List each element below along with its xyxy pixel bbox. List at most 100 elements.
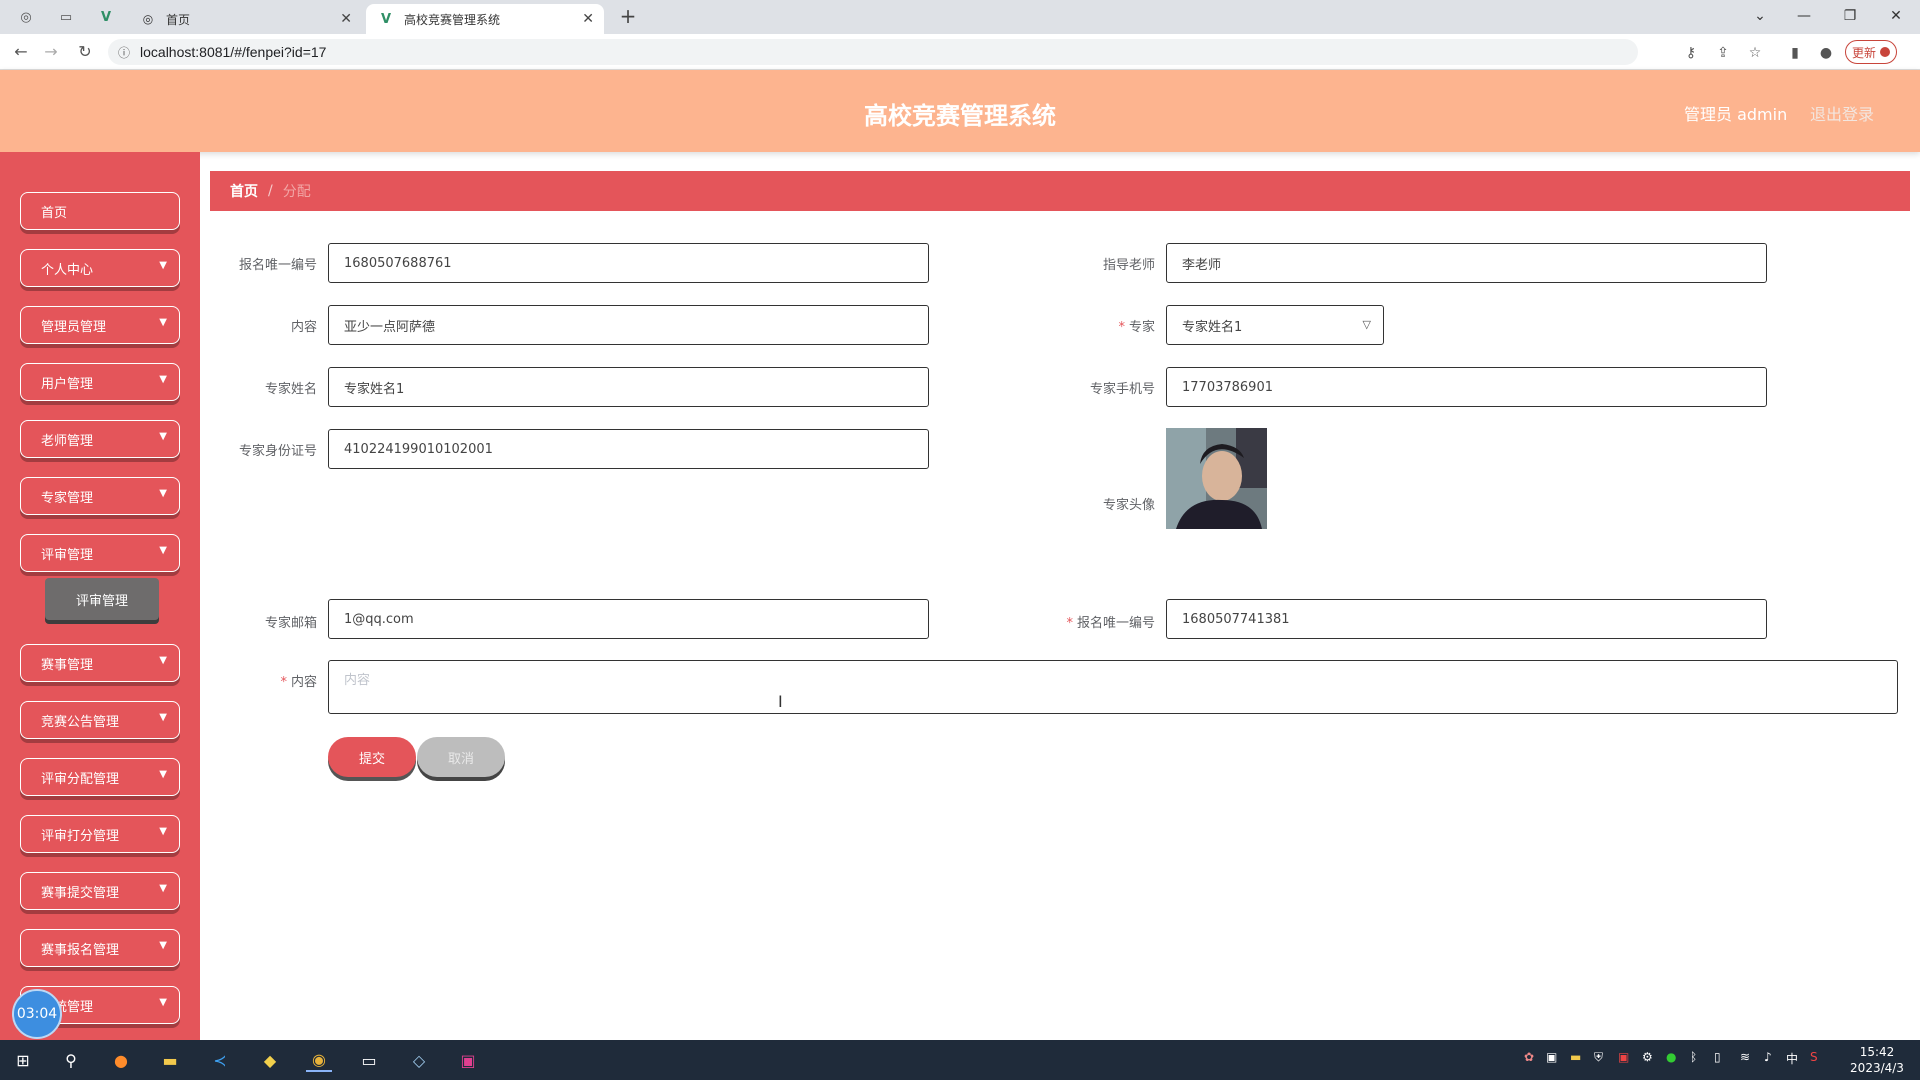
close-icon[interactable]: ✕ xyxy=(582,11,594,27)
chevron-down-icon: ▼ xyxy=(159,431,167,442)
sidepanel-icon[interactable]: ▮ xyxy=(1784,42,1806,64)
sidebar-item-teachers[interactable]: 老师管理 ▼ xyxy=(20,420,180,458)
firefox-icon[interactable]: ● xyxy=(108,1048,134,1072)
sidebar-item-label: 用户管理 xyxy=(41,376,94,392)
clock-date: 2023/4/3 xyxy=(1850,1061,1904,1075)
new-tab-button[interactable]: + xyxy=(616,6,640,28)
terminal-icon[interactable]: ▭ xyxy=(356,1048,382,1072)
chevron-down-icon: ▼ xyxy=(159,260,167,271)
menu-dots-icon xyxy=(1880,47,1890,57)
ime-indicator[interactable]: 中 xyxy=(1786,1050,1798,1067)
volume-icon[interactable]: ♪ xyxy=(1764,1050,1772,1064)
content-top-field[interactable]: 亚少一点阿萨德 xyxy=(328,305,929,345)
share-icon[interactable]: ⇪ xyxy=(1712,42,1734,64)
browser-toolbar: ← → ↻ ⓘ localhost:8081/#/fenpei?id=17 ⚷ … xyxy=(0,34,1920,70)
vue-icon[interactable]: V xyxy=(92,6,120,28)
baoming-no-field[interactable]: 1680507688761 xyxy=(328,243,929,283)
back-arrow-icon[interactable]: ← xyxy=(8,40,34,64)
search-icon[interactable]: ⚲ xyxy=(58,1048,84,1072)
tray-bluetooth-icon[interactable]: ᛒ xyxy=(1690,1050,1697,1064)
content-textarea[interactable]: 内容 xyxy=(328,660,1898,714)
submenu-item-reviews[interactable]: 评审管理 xyxy=(45,578,159,620)
sidebar-item-registrations[interactable]: 赛事报名管理 ▼ xyxy=(20,929,180,967)
chevron-down-icon: ▼ xyxy=(159,940,167,951)
breadcrumb-current: 分配 xyxy=(282,184,311,200)
expert-name-value: 专家姓名1 xyxy=(344,381,405,397)
tray-shield-icon[interactable]: ⛨ xyxy=(1594,1050,1603,1065)
tray-ide-icon[interactable]: ▣ xyxy=(1546,1050,1557,1064)
windows-start-icon[interactable]: ⊞ xyxy=(10,1048,36,1072)
vue-icon: V xyxy=(380,11,392,27)
tab-search-icon[interactable]: ⌄ xyxy=(1740,4,1780,28)
expert-email-label: 专家邮箱 xyxy=(264,616,317,631)
chevron-down-icon: ▽ xyxy=(1362,318,1371,331)
content-top-label: 内容 xyxy=(290,320,317,335)
sidebar-item-review-assign[interactable]: 评审分配管理 ▼ xyxy=(20,758,180,796)
system-clock[interactable]: 15:42 2023/4/3 xyxy=(1842,1044,1912,1076)
update-button[interactable]: 更新 xyxy=(1845,40,1897,64)
tab-active[interactable]: V 高校竞赛管理系统 ✕ xyxy=(366,4,604,34)
timer-badge[interactable]: 03:04 xyxy=(12,989,62,1039)
sidebar-item-label: 赛事提交管理 xyxy=(41,885,120,901)
wifi-icon[interactable]: ≋ xyxy=(1740,1050,1750,1064)
sidebar-item-label: 赛事报名管理 xyxy=(41,942,120,958)
expert-avatar-image[interactable] xyxy=(1166,428,1267,529)
reload-icon[interactable]: ↻ xyxy=(72,40,98,64)
sidebar-item-home[interactable]: 首页 xyxy=(20,192,180,230)
required-mark: * xyxy=(1118,320,1125,335)
forward-arrow-icon[interactable]: → xyxy=(38,40,64,64)
expert-phone-label: 专家手机号 xyxy=(1089,382,1155,397)
expert-id-field[interactable]: 410224199010102001 xyxy=(328,429,929,469)
close-icon[interactable]: ✕ xyxy=(340,11,352,27)
baoming-no2-label: * 报名唯一编号 xyxy=(1066,616,1155,631)
submit-button[interactable]: 提交 xyxy=(328,737,416,777)
tray-battery-icon[interactable]: ▯ xyxy=(1714,1050,1721,1064)
close-window-button[interactable]: ✕ xyxy=(1876,4,1916,28)
teacher-value: 李老师 xyxy=(1182,257,1222,273)
tray-app-icon[interactable]: ✿ xyxy=(1524,1050,1534,1064)
star-icon[interactable]: ☆ xyxy=(1744,42,1766,64)
logout-link[interactable]: 退出登录 xyxy=(1810,101,1874,125)
cancel-button[interactable]: 取消 xyxy=(417,737,505,777)
tray-wechat-icon[interactable]: ● xyxy=(1666,1050,1676,1064)
sidebar-item-users[interactable]: 用户管理 ▼ xyxy=(20,363,180,401)
expert-select[interactable]: 专家姓名1 ▽ xyxy=(1166,305,1384,345)
tray-app2-icon[interactable]: ▣ xyxy=(1618,1050,1629,1064)
teacher-field[interactable]: 李老师 xyxy=(1166,243,1767,283)
sidebar-item-profile[interactable]: 个人中心 ▼ xyxy=(20,249,180,287)
sidebar-item-review-score[interactable]: 评审打分管理 ▼ xyxy=(20,815,180,853)
expert-email-field[interactable]: 1@qq.com xyxy=(328,599,929,639)
tray-gear-icon[interactable]: ⚙ xyxy=(1642,1050,1653,1064)
sidebar-item-admins[interactable]: 管理员管理 ▼ xyxy=(20,306,180,344)
file-explorer-icon[interactable]: ▬ xyxy=(157,1048,183,1072)
key-icon[interactable]: ⚷ xyxy=(1680,42,1702,64)
tab-home[interactable]: ◎ 首页 ✕ xyxy=(128,4,362,34)
restore-button[interactable]: ❐ xyxy=(1830,4,1870,28)
blank-page-icon[interactable]: ▭ xyxy=(52,6,80,28)
globe-icon[interactable]: ◎ xyxy=(12,6,40,28)
tray-folder-icon[interactable]: ▬ xyxy=(1570,1050,1581,1064)
app-icon[interactable]: ◆ xyxy=(257,1048,283,1072)
profile-icon[interactable]: ● xyxy=(1815,42,1837,64)
baoming-no2-field[interactable]: 1680507741381 xyxy=(1166,599,1767,639)
expert-phone-field[interactable]: 17703786901 xyxy=(1166,367,1767,407)
address-bar[interactable]: ⓘ localhost:8081/#/fenpei?id=17 xyxy=(108,39,1638,65)
minimize-button[interactable]: — xyxy=(1784,4,1824,28)
timer-text: 03:04 xyxy=(16,1006,58,1022)
app-header: 高校竞赛管理系统 管理员 admin 退出登录 xyxy=(0,70,1920,152)
sidebar-item-events[interactable]: 赛事管理 ▼ xyxy=(20,644,180,682)
sidebar-item-notices[interactable]: 竞赛公告管理 ▼ xyxy=(20,701,180,739)
breadcrumb-home[interactable]: 首页 xyxy=(230,181,258,201)
sidebar-item-reviews[interactable]: 评审管理 ▼ xyxy=(20,534,180,572)
expert-id-value: 410224199010102001 xyxy=(344,441,493,457)
chrome-icon[interactable]: ◉ xyxy=(306,1048,332,1072)
tray-input-icon[interactable]: S xyxy=(1810,1050,1818,1064)
expert-name-field[interactable]: 专家姓名1 xyxy=(328,367,929,407)
sidebar-item-submissions[interactable]: 赛事提交管理 ▼ xyxy=(20,872,180,910)
vscode-icon[interactable]: ≺ xyxy=(207,1048,233,1072)
sidebar-item-experts[interactable]: 专家管理 ▼ xyxy=(20,477,180,515)
intellij-icon[interactable]: ▣ xyxy=(455,1048,481,1072)
required-mark: * xyxy=(280,675,287,690)
notepad-icon[interactable]: ◇ xyxy=(406,1048,432,1072)
chevron-down-icon: ▼ xyxy=(159,712,167,723)
